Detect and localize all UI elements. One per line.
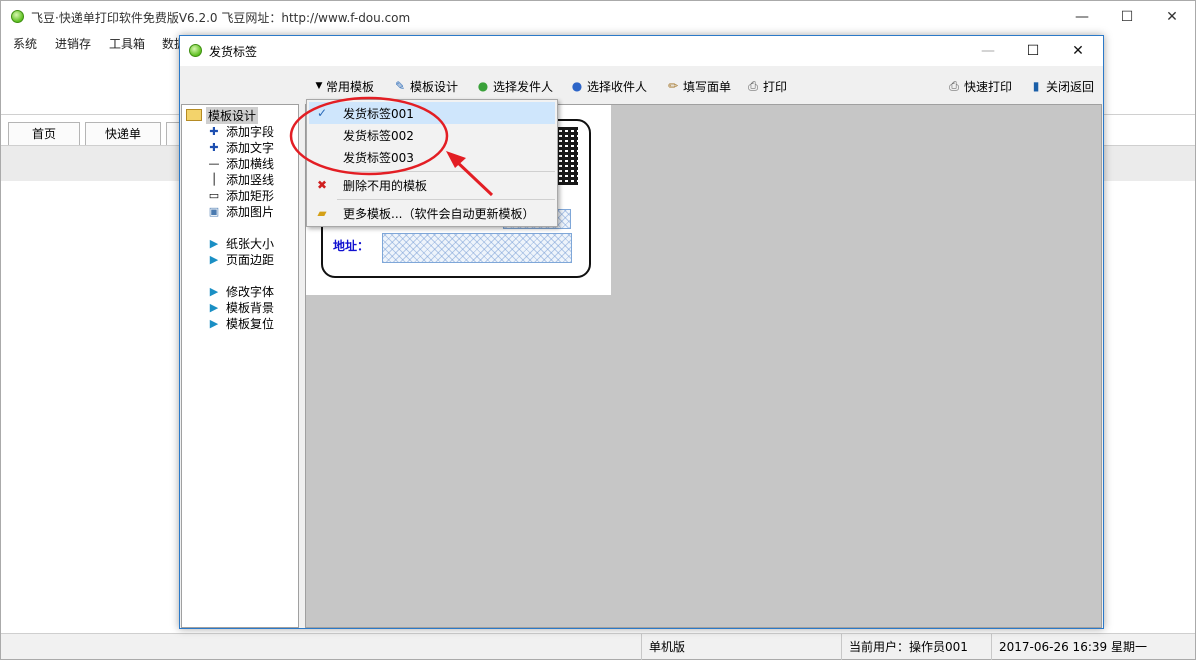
address-field[interactable]	[382, 233, 572, 263]
dialog-minimize-button[interactable]: —	[965, 36, 1011, 66]
menu-separator	[337, 171, 555, 172]
tree-item-add-vline[interactable]: │ 添加竖线	[206, 171, 274, 187]
plus-icon: ✚	[209, 124, 219, 138]
dropdown-arrow-icon: ▼	[315, 81, 323, 91]
menu-system[interactable]: 系统	[13, 35, 37, 52]
green-person-icon: ●	[477, 79, 489, 93]
tree-item-page-margin[interactable]: ▶ 页面边距	[206, 251, 274, 267]
tab-home[interactable]: 首页	[8, 122, 80, 147]
image-icon: ▣	[208, 204, 220, 218]
main-titlebar: 飞豆·快递单打印软件免费版V6.2.0 飞豆网址：http://www.f-do…	[1, 1, 1195, 33]
bullet-arrow-icon: ▶	[209, 284, 219, 298]
tree-item-template-background[interactable]: ▶ 模板背景	[206, 299, 274, 315]
template-design-tree: 模板设计 ✚ 添加字段 ✚ 添加文字 — 添加横线 │ 添加竖线 ▭ 添加矩形 …	[181, 104, 299, 628]
maximize-button[interactable]: ☐	[1104, 1, 1150, 33]
dialog-close-button[interactable]: ✕	[1055, 36, 1101, 66]
menu-item-more-templates[interactable]: ▰ 更多模板...（软件会自动更新模板）	[309, 202, 555, 224]
vertical-line-icon: │	[210, 172, 218, 186]
checkmark-icon: ✓	[316, 106, 328, 120]
status-divider	[841, 634, 842, 660]
fill-form-button[interactable]: ✏ 填写面单	[665, 77, 731, 95]
dialog-title: 发货标签	[209, 45, 258, 59]
qr-code-icon[interactable]	[556, 127, 578, 185]
common-templates-menu: ✓ 发货标签001 发货标签002 发货标签003 ✖ 删除不用的模板 ▰ 更多…	[306, 99, 558, 227]
exit-door-icon: ▮	[1032, 79, 1040, 93]
menu-separator	[337, 199, 555, 200]
template-design-button[interactable]: ✎ 模板设计	[392, 77, 458, 95]
red-x-icon: ✖	[316, 178, 328, 192]
folder-icon	[186, 109, 202, 121]
minimize-button[interactable]: —	[1059, 1, 1105, 33]
statusbar: 单机版 当前用户：操作员001 2017-06-26 16:39 星期一	[1, 633, 1195, 660]
select-receiver-button[interactable]: ● 选择收件人	[569, 77, 647, 95]
address-label[interactable]: 地址：	[333, 237, 369, 254]
bullet-arrow-icon: ▶	[209, 236, 219, 250]
blue-person-icon: ●	[571, 79, 583, 93]
tree-item-add-text[interactable]: ✚ 添加文字	[206, 139, 274, 155]
select-sender-button[interactable]: ● 选择发件人	[475, 77, 553, 95]
status-current-user: 当前用户：操作员001	[849, 640, 968, 654]
tree-item-add-image[interactable]: ▣ 添加图片	[206, 203, 274, 219]
close-return-button[interactable]: ▮ 关闭返回	[1028, 77, 1094, 95]
horizontal-line-icon: —	[208, 156, 220, 170]
tree-item-add-field[interactable]: ✚ 添加字段	[206, 123, 274, 139]
rectangle-icon: ▭	[208, 188, 220, 202]
quick-print-button[interactable]: ⎙ 快速打印	[946, 77, 1012, 95]
tree-item-change-font[interactable]: ▶ 修改字体	[206, 283, 274, 299]
close-button[interactable]: ✕	[1149, 1, 1195, 33]
tree-item-add-hline[interactable]: — 添加横线	[206, 155, 275, 171]
menu-item-template-003[interactable]: 发货标签003	[309, 146, 555, 168]
dialog-app-icon	[189, 44, 202, 57]
menu-item-template-001[interactable]: ✓ 发货标签001	[309, 102, 555, 124]
menu-item-delete-unused[interactable]: ✖ 删除不用的模板	[309, 174, 555, 196]
dialog-titlebar: 发货标签 — ☐ ✕	[180, 36, 1103, 66]
tree-item-add-rect[interactable]: ▭ 添加矩形	[206, 187, 274, 203]
common-templates-button[interactable]: ▼ 常用模板	[314, 77, 374, 95]
bullet-arrow-icon: ▶	[209, 316, 219, 330]
bullet-arrow-icon: ▶	[209, 252, 219, 266]
pencil-ruler-icon: ✎	[394, 79, 406, 93]
main-window-title: 飞豆·快递单打印软件免费版V6.2.0 飞豆网址：http://www.f-do…	[31, 11, 411, 25]
dialog-maximize-button[interactable]: ☐	[1010, 36, 1056, 66]
pencil-icon: ✏	[667, 79, 679, 93]
status-divider	[991, 634, 992, 660]
printer-icon: ⎙	[949, 79, 959, 93]
app-icon	[11, 10, 24, 23]
menu-inventory[interactable]: 进销存	[55, 35, 91, 52]
plus-icon: ✚	[209, 140, 219, 154]
status-datetime: 2017-06-26 16:39 星期一	[999, 640, 1147, 654]
tab-express-order[interactable]: 快递单	[85, 122, 161, 147]
status-edition: 单机版	[649, 640, 686, 654]
tree-item-paper-size[interactable]: ▶ 纸张大小	[206, 235, 274, 251]
menu-toolbox[interactable]: 工具箱	[109, 35, 145, 52]
bullet-arrow-icon: ▶	[209, 300, 219, 314]
menu-item-template-002[interactable]: 发货标签002	[309, 124, 555, 146]
folder-icon: ▰	[317, 206, 327, 220]
status-divider	[641, 634, 642, 660]
tree-item-template-reset[interactable]: ▶ 模板复位	[206, 315, 274, 331]
tree-root-template-design[interactable]: 模板设计	[186, 106, 259, 124]
print-button[interactable]: ⎙ 打印	[745, 77, 787, 95]
printer-icon: ⎙	[748, 79, 758, 93]
